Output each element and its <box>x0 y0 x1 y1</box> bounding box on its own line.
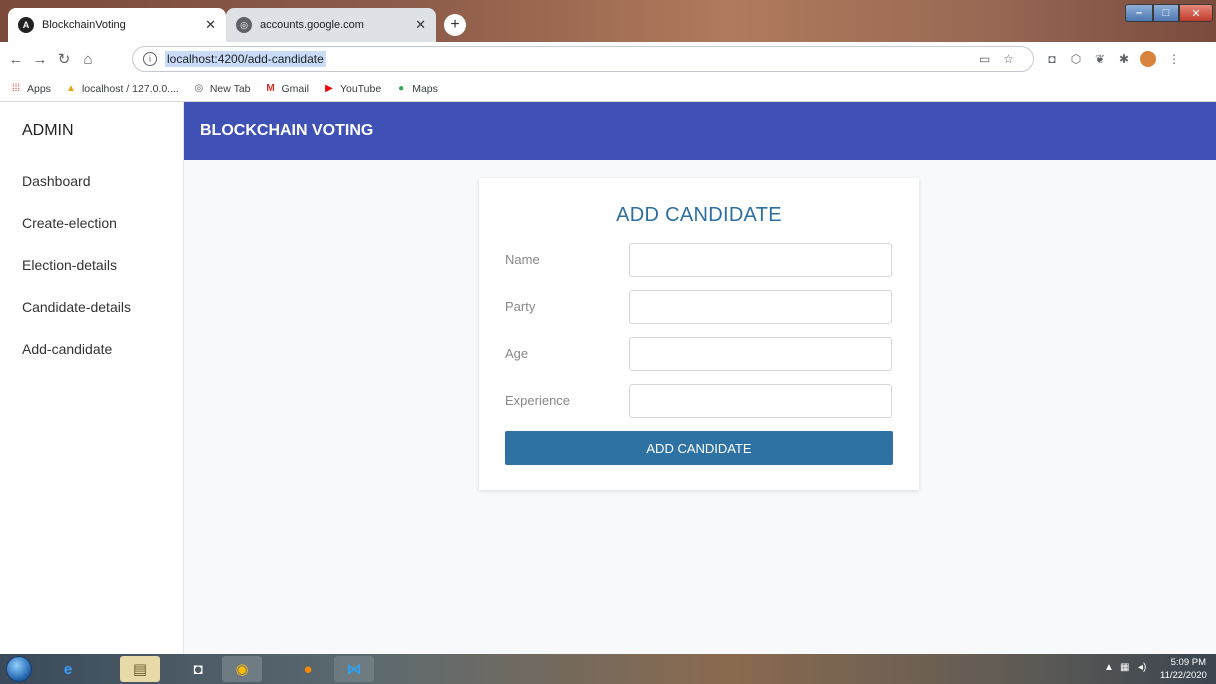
form-row-name: Name <box>505 243 893 277</box>
maximize-button[interactable]: □ <box>1153 4 1179 22</box>
chrome-icon[interactable]: ◉ <box>222 656 262 682</box>
sidebar-item-create-election[interactable]: Create-election <box>0 202 183 244</box>
sidebar-item-add-candidate[interactable]: Add-candidate <box>0 328 183 370</box>
bookmark-label: New Tab <box>209 82 251 95</box>
bookmark-localhost[interactable]: ▲ localhost / 127.0.0.... <box>65 83 179 95</box>
age-label: Age <box>505 346 529 361</box>
tab-title: accounts.google.com <box>260 19 364 31</box>
sidebar: ADMIN Dashboard Create-election Election… <box>0 102 184 654</box>
bookmarks-bar: ⁞⁞⁞ Apps ▲ localhost / 127.0.0.... ◎ New… <box>0 76 1216 102</box>
bookmark-star-icon[interactable]: ☆ <box>1003 52 1014 66</box>
menu-kebab-icon[interactable]: ⋮ <box>1166 51 1182 67</box>
close-icon[interactable]: ✕ <box>415 17 426 33</box>
gmail-icon: M <box>266 83 275 94</box>
main-content: ADD CANDIDATE Name Party Age Experience … <box>185 160 1216 654</box>
age-input[interactable] <box>629 337 892 371</box>
internet-explorer-icon[interactable]: e <box>48 656 88 682</box>
bookmark-label: Gmail <box>281 82 309 95</box>
bookmark-youtube[interactable]: ▶ YouTube <box>323 83 381 95</box>
bookmark-label: Maps <box>412 82 438 95</box>
forward-icon[interactable]: → <box>30 49 50 69</box>
name-label: Name <box>505 252 540 267</box>
new-tab-button[interactable]: + <box>444 14 466 36</box>
tab-accounts-google[interactable]: ◎ accounts.google.com ✕ <box>226 8 436 42</box>
bookmark-maps[interactable]: ● Maps <box>395 83 438 95</box>
camera-extension-icon[interactable]: ◘ <box>1044 51 1060 67</box>
system-clock[interactable]: 5:09 PM 11/22/2020 <box>1160 656 1207 682</box>
start-button[interactable] <box>6 656 32 682</box>
bookmark-apps[interactable]: ⁞⁞⁞ Apps <box>10 83 51 95</box>
bookmark-label: localhost / 127.0.0.... <box>81 82 179 95</box>
network-icon[interactable]: ▦ <box>1120 662 1129 673</box>
volume-icon[interactable]: ◂) <box>1138 662 1146 673</box>
profile-avatar[interactable] <box>1140 51 1156 67</box>
file-explorer-icon[interactable]: ▤ <box>120 656 160 682</box>
sidebar-item-candidate-details[interactable]: Candidate-details <box>0 286 183 328</box>
vscode-icon[interactable]: ⋈ <box>334 656 374 682</box>
tab-blockchainvoting[interactable]: A BlockchainVoting ✕ <box>8 8 226 42</box>
bookmark-label: Apps <box>27 82 51 95</box>
address-bar[interactable]: i localhost:4200/add-candidate ▭ ☆ <box>132 46 1034 72</box>
sidebar-item-dashboard[interactable]: Dashboard <box>0 160 183 202</box>
leaf-extension-icon[interactable]: ❦ <box>1092 51 1108 67</box>
browser-tab-strip: A BlockchainVoting ✕ ◎ accounts.google.c… <box>0 0 1216 42</box>
home-icon[interactable]: ⌂ <box>78 49 98 69</box>
tab-title: BlockchainVoting <box>42 19 126 31</box>
reload-icon[interactable]: ↻ <box>54 49 74 69</box>
minimize-button[interactable]: – <box>1125 4 1153 22</box>
form-row-experience: Experience <box>505 384 893 418</box>
experience-input[interactable] <box>629 384 892 418</box>
angular-icon: A <box>18 17 34 33</box>
maps-pin-icon: ● <box>398 83 405 94</box>
tray-expand-icon[interactable]: ▲ <box>1104 662 1114 673</box>
bookmark-gmail[interactable]: M Gmail <box>265 83 309 95</box>
firefox-icon[interactable]: ● <box>288 656 328 682</box>
puzzle-extensions-icon[interactable]: ✱ <box>1116 51 1132 67</box>
form-row-age: Age <box>505 337 893 371</box>
party-input[interactable] <box>629 290 892 324</box>
apps-grid-icon: ⁞⁞⁞ <box>11 83 21 94</box>
info-icon[interactable]: i <box>143 52 157 66</box>
form-title: ADD CANDIDATE <box>616 204 782 226</box>
sidebar-title: ADMIN <box>22 122 74 139</box>
form-row-party: Party <box>505 290 893 324</box>
back-icon[interactable]: ← <box>6 49 26 69</box>
close-icon[interactable]: ✕ <box>205 17 216 33</box>
youtube-icon: ▶ <box>325 83 333 94</box>
sidebar-item-election-details[interactable]: Election-details <box>0 244 183 286</box>
name-input[interactable] <box>629 243 892 277</box>
windows-taskbar: e ▤ ◘ ◉ ● ⋈ ▲ ▦ ◂) 5:09 PM 11/22/2020 <box>0 654 1216 684</box>
globe-icon: ◎ <box>236 17 252 33</box>
browser-toolbar: ← → ↻ ⌂ i localhost:4200/add-candidate ▭… <box>0 42 1216 76</box>
party-label: Party <box>505 299 536 314</box>
clock-time: 5:09 PM <box>1170 657 1206 668</box>
experience-label: Experience <box>505 393 571 408</box>
app-header: BLOCKCHAIN VOTING <box>184 102 1216 160</box>
app-title: BLOCKCHAIN VOTING <box>200 122 374 139</box>
url-text[interactable]: localhost:4200/add-candidate <box>165 51 326 67</box>
add-candidate-button[interactable]: ADD CANDIDATE <box>505 431 893 465</box>
window-close-button[interactable]: ✕ <box>1179 4 1213 22</box>
bookmark-new-tab[interactable]: ◎ New Tab <box>193 82 251 95</box>
shield-extension-icon[interactable]: ⬡ <box>1068 51 1084 67</box>
outlook-icon[interactable]: ◘ <box>178 656 218 682</box>
phpmyadmin-icon: ▲ <box>65 83 76 94</box>
cast-icon[interactable]: ▭ <box>979 52 990 66</box>
clock-date: 11/22/2020 <box>1160 670 1207 681</box>
add-candidate-card: ADD CANDIDATE Name Party Age Experience … <box>479 178 919 490</box>
bookmark-label: YouTube <box>339 82 382 95</box>
globe-icon: ◎ <box>194 83 204 94</box>
